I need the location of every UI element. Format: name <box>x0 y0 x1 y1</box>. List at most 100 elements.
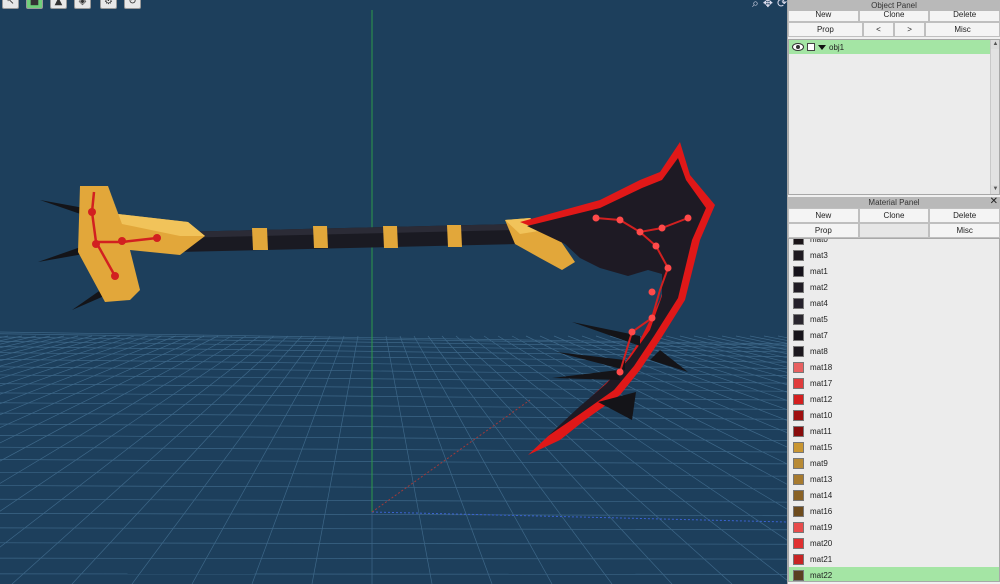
material-name: mat20 <box>810 538 833 548</box>
material-name: mat14 <box>810 490 833 500</box>
wireframe-icon[interactable]: ◈ <box>74 0 91 9</box>
material-clone-button[interactable]: Clone <box>858 208 930 223</box>
material-prop-button[interactable]: Prop <box>788 223 859 238</box>
material-name: mat5 <box>810 314 828 324</box>
pan-icon[interactable]: ✥ <box>763 0 773 11</box>
material-row[interactable]: mat0 <box>789 238 999 247</box>
rotate-icon[interactable]: ⟳ <box>777 0 787 11</box>
side-panels: Object Panel New Clone Delete Prop < > M… <box>787 0 1000 584</box>
material-name: mat7 <box>810 330 828 340</box>
material-row[interactable]: mat15 <box>789 439 999 455</box>
object-prev-button[interactable]: < <box>862 22 894 37</box>
material-row[interactable]: mat11 <box>789 423 999 439</box>
object-name: obj1 <box>829 42 845 52</box>
material-swatch <box>793 553 804 565</box>
material-swatch <box>793 265 804 277</box>
material-swatch <box>793 409 804 421</box>
object-list-scrollbar[interactable]: ▲ ▼ <box>990 40 999 194</box>
material-name: mat3 <box>810 250 828 260</box>
x-axis-line <box>371 511 787 523</box>
material-swatch <box>793 281 804 293</box>
material-row[interactable]: mat14 <box>789 487 999 503</box>
expand-triangle-icon[interactable] <box>818 44 826 50</box>
material-name: mat18 <box>810 362 833 372</box>
material-row[interactable]: mat1 <box>789 263 999 279</box>
material-row[interactable]: mat18 <box>789 359 999 375</box>
material-panel-buttons-2: Prop Misc <box>788 223 1000 238</box>
material-row[interactable]: mat20 <box>789 535 999 551</box>
3d-viewport[interactable]: ↖ ■ ▲ ◈ ⚙ ↻ ⌕ ✥ ⟳ <box>0 0 787 584</box>
material-row[interactable]: mat9 <box>789 455 999 471</box>
material-swatch <box>793 361 804 373</box>
material-name: mat1 <box>810 266 828 276</box>
material-row[interactable]: mat10 <box>789 407 999 423</box>
shading-icon[interactable]: ▲ <box>50 0 67 9</box>
material-row[interactable]: mat12 <box>789 391 999 407</box>
material-list[interactable]: mat0 mat3 mat1 mat2 mat4 mat5 mat7 mat8 mat18 mat… <box>788 238 1000 582</box>
material-blank-button[interactable] <box>858 223 930 238</box>
zoom-icon[interactable]: ⌕ <box>752 0 759 11</box>
material-swatch <box>793 239 804 245</box>
object-prop-button[interactable]: Prop <box>788 22 863 37</box>
solid-mode-icon[interactable]: ■ <box>26 0 43 9</box>
material-name: mat17 <box>810 378 833 388</box>
scroll-up-icon[interactable]: ▲ <box>991 40 999 49</box>
material-swatch <box>793 249 804 261</box>
close-icon[interactable]: ✕ <box>990 197 998 207</box>
scythe-model[interactable] <box>38 142 715 455</box>
material-swatch <box>793 473 804 485</box>
object-misc-button[interactable]: Misc <box>925 22 1000 37</box>
material-panel-buttons-1: New Clone Delete <box>788 208 1000 223</box>
material-name: mat9 <box>810 458 828 468</box>
material-row[interactable]: mat21 <box>789 551 999 567</box>
material-row[interactable]: mat19 <box>789 519 999 535</box>
material-swatch <box>793 441 804 453</box>
material-name: mat11 <box>810 426 832 436</box>
material-row[interactable]: mat17 <box>789 375 999 391</box>
select-cursor-icon[interactable]: ↖ <box>2 0 19 9</box>
material-misc-button[interactable]: Misc <box>929 223 1000 238</box>
object-panel-buttons-2: Prop < > Misc <box>788 22 1000 37</box>
material-delete-button[interactable]: Delete <box>929 208 1000 223</box>
material-row[interactable]: mat2 <box>789 279 999 295</box>
lock-checkbox[interactable] <box>807 43 815 51</box>
visibility-eye-icon[interactable] <box>792 43 804 51</box>
material-row[interactable]: mat7 <box>789 327 999 343</box>
object-row[interactable]: obj1 <box>789 40 999 54</box>
material-swatch <box>793 457 804 469</box>
scroll-down-icon[interactable]: ▼ <box>991 185 999 194</box>
material-row[interactable]: mat8 <box>789 343 999 359</box>
material-panel-title: Material Panel ✕ <box>788 197 1000 208</box>
material-name: mat19 <box>810 522 833 532</box>
material-row[interactable]: mat16 <box>789 503 999 519</box>
viewport-toolbar: ↖ ■ ▲ ◈ ⚙ ↻ ⌕ ✥ ⟳ <box>0 0 787 11</box>
material-row[interactable]: mat13 <box>789 471 999 487</box>
material-swatch <box>793 505 804 517</box>
object-next-button[interactable]: > <box>894 22 926 37</box>
material-row[interactable]: mat3 <box>789 247 999 263</box>
material-row[interactable]: mat4 <box>789 295 999 311</box>
material-swatch <box>793 345 804 357</box>
material-name: mat15 <box>810 442 833 452</box>
material-name: mat22 <box>810 570 833 580</box>
material-name: mat4 <box>810 298 828 308</box>
material-name: mat13 <box>810 474 833 484</box>
material-name: mat8 <box>810 346 828 356</box>
material-swatch <box>793 313 804 325</box>
material-swatch <box>793 425 804 437</box>
material-name: mat0 <box>810 238 828 244</box>
material-name: mat2 <box>810 282 828 292</box>
material-name: mat16 <box>810 506 833 516</box>
material-swatch <box>793 569 804 581</box>
scene-canvas[interactable] <box>0 0 787 584</box>
object-list[interactable]: obj1 ▲ ▼ <box>788 39 1000 195</box>
material-swatch <box>793 521 804 533</box>
material-swatch <box>793 393 804 405</box>
gear-icon[interactable]: ⚙ <box>100 0 117 9</box>
material-new-button[interactable]: New <box>788 208 859 223</box>
material-swatch <box>793 537 804 549</box>
ground-grid <box>0 331 787 584</box>
material-row[interactable]: mat5 <box>789 311 999 327</box>
material-row[interactable]: mat22 <box>789 567 999 581</box>
refresh-icon[interactable]: ↻ <box>124 0 141 9</box>
